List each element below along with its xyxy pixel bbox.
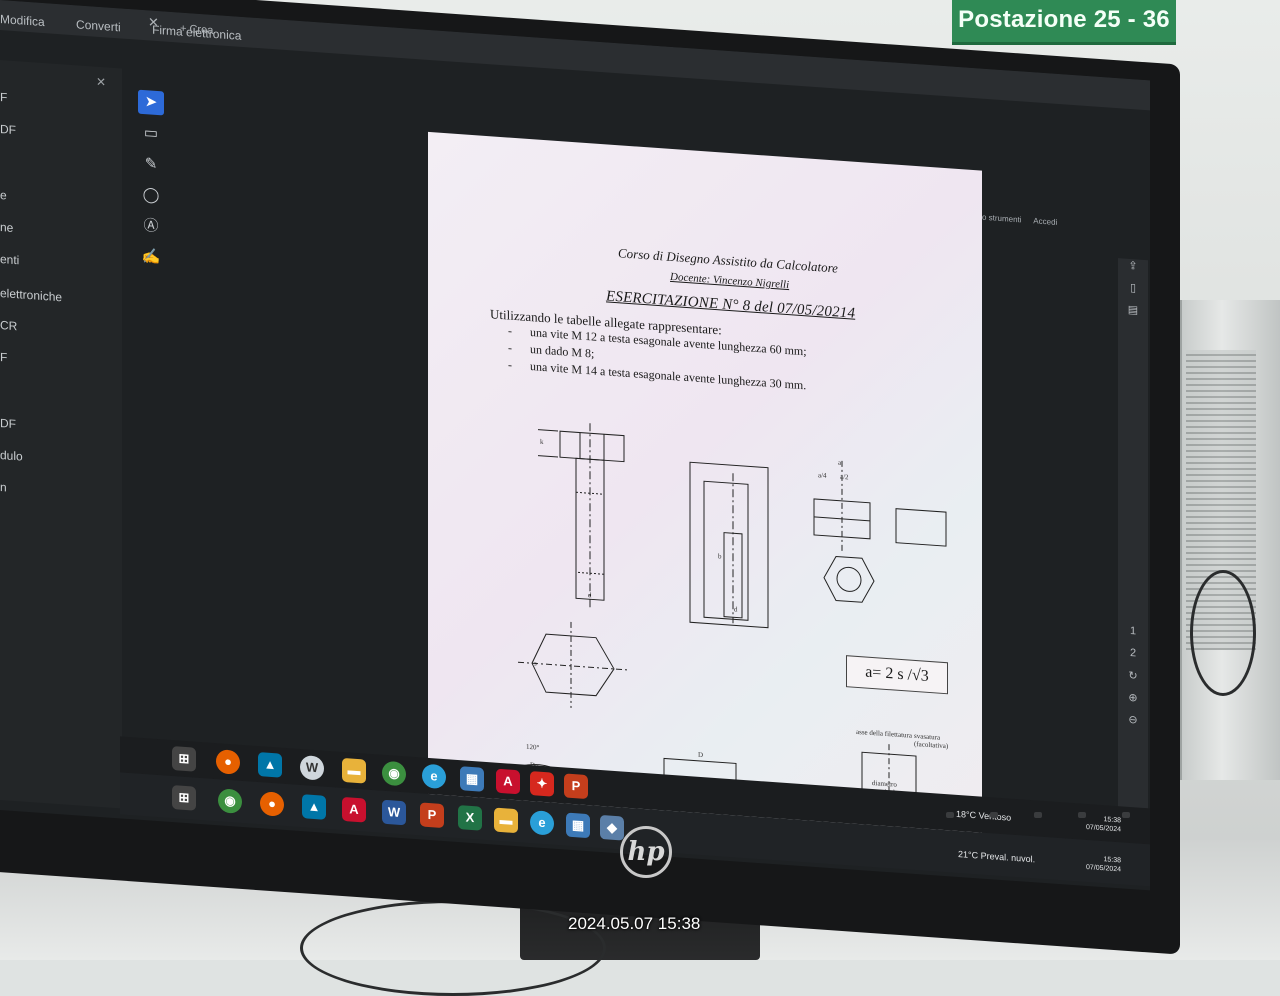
powerpoint-icon[interactable]: P bbox=[564, 773, 588, 800]
autocad-icon[interactable]: A bbox=[496, 768, 520, 795]
lasso-icon[interactable]: ◯ bbox=[138, 183, 164, 209]
autocad-icon[interactable]: A bbox=[342, 796, 366, 823]
annotation-toolbar: ➤ ▭ ✎ ◯ Ⓐ ✍ bbox=[138, 89, 172, 278]
station-sign: Postazione 25 - 36 bbox=[952, 0, 1176, 45]
excel-icon[interactable]: X bbox=[458, 805, 482, 831]
w-icon[interactable]: W bbox=[300, 754, 324, 781]
pages-icon[interactable]: ▤ bbox=[1118, 302, 1148, 326]
dim-a2: a/2 bbox=[840, 472, 849, 482]
dim-d: d bbox=[588, 591, 592, 600]
technical-drawings bbox=[497, 423, 947, 825]
app-icon[interactable]: ▦ bbox=[566, 812, 590, 839]
pdf-page: Corso di Disegno Assistito da Calcolator… bbox=[428, 131, 982, 871]
right-sidebar: ⇪ ▯ ▤ 1 2 ↻ ⊕ ⊖ bbox=[1118, 258, 1148, 821]
taskview-icon[interactable]: ⊞ bbox=[172, 746, 196, 772]
folder-icon[interactable]: ▬ bbox=[342, 757, 366, 784]
panel-item[interactable]: elettroniche bbox=[0, 286, 62, 304]
panel-item[interactable]: F bbox=[0, 90, 7, 105]
nut-box bbox=[689, 461, 769, 629]
edge-icon[interactable]: e bbox=[530, 810, 554, 836]
share-icon[interactable]: ⇪ bbox=[1118, 258, 1148, 282]
weather-upper[interactable]: 18°C Ventoso bbox=[956, 809, 1011, 823]
comment-icon[interactable]: ▭ bbox=[138, 121, 164, 147]
photo-timestamp: 2024.05.07 15:38 bbox=[568, 914, 701, 933]
dim-a4: a/4 bbox=[818, 471, 827, 480]
hex-head-top bbox=[531, 633, 615, 697]
pen-icon[interactable]: ✎ bbox=[138, 152, 164, 178]
chrome-icon[interactable]: ◉ bbox=[382, 760, 406, 787]
close-tab-icon[interactable]: ✕ bbox=[148, 14, 159, 31]
dim-a: a bbox=[838, 458, 842, 467]
panel-item[interactable]: n bbox=[0, 480, 7, 494]
refresh-icon[interactable]: ↻ bbox=[1118, 668, 1148, 692]
dim-s: s bbox=[534, 659, 537, 668]
panel-item[interactable]: ne bbox=[0, 220, 13, 235]
hex-nut-top bbox=[823, 555, 875, 603]
monitor-button[interactable] bbox=[1078, 812, 1086, 818]
page-number[interactable]: 2 bbox=[1118, 646, 1148, 670]
powerpoint-icon[interactable]: P bbox=[420, 802, 444, 829]
text-select-icon[interactable]: Ⓐ bbox=[138, 214, 164, 240]
dim-D: D bbox=[698, 750, 704, 760]
panel-item[interactable]: dulo bbox=[0, 448, 23, 464]
panel-item[interactable]: enti bbox=[0, 252, 19, 267]
panel-item[interactable]: DF bbox=[0, 416, 16, 431]
hp-logo: hp bbox=[620, 826, 672, 878]
new-tab-button[interactable]: + Crea bbox=[180, 23, 213, 37]
taskview-icon[interactable]: ⊞ bbox=[172, 785, 196, 811]
menu-converti[interactable]: Converti bbox=[76, 17, 121, 34]
cable bbox=[1190, 570, 1256, 696]
app-icon[interactable]: ▦ bbox=[460, 766, 484, 792]
edge-icon[interactable]: e bbox=[422, 763, 446, 790]
sign-icon[interactable]: ✍ bbox=[138, 245, 164, 271]
bookmark-icon[interactable]: ▯ bbox=[1118, 280, 1148, 304]
nut-elevation-2 bbox=[895, 508, 947, 547]
app-menu: Modifica Converti Firma elettronica bbox=[0, 12, 269, 45]
page-number[interactable]: 1 bbox=[1118, 624, 1148, 648]
monitor-button[interactable] bbox=[1034, 812, 1042, 818]
clock-lower[interactable]: 15:38 07/05/2024 bbox=[1086, 854, 1121, 874]
panel-item[interactable]: DF bbox=[0, 122, 16, 137]
word-icon[interactable]: W bbox=[382, 799, 406, 826]
left-tools-panel: ✕ F DF e ne enti elettroniche CR F DF du… bbox=[0, 60, 122, 809]
dim-b: b bbox=[718, 552, 722, 561]
panel-item[interactable]: F bbox=[0, 350, 7, 365]
clock-upper[interactable]: 15:38 07/05/2024 bbox=[1086, 814, 1121, 834]
cable bbox=[300, 900, 606, 996]
close-panel-icon[interactable]: ✕ bbox=[96, 75, 106, 90]
weather-lower[interactable]: 21°C Preval. nuvol. bbox=[958, 849, 1035, 864]
panel-item[interactable]: CR bbox=[0, 318, 17, 333]
acrobat-icon[interactable]: ✦ bbox=[530, 771, 554, 797]
date-upper: 07/05/2024 bbox=[1086, 823, 1122, 834]
dim-k: k bbox=[540, 437, 544, 447]
matlab-icon[interactable]: ▲ bbox=[258, 752, 282, 778]
monitor-power-button[interactable] bbox=[1122, 812, 1130, 818]
cursor-icon[interactable]: ➤ bbox=[138, 89, 164, 116]
monitor-button[interactable] bbox=[946, 812, 954, 818]
date-lower: 07/05/2024 bbox=[1086, 863, 1122, 874]
firefox-icon[interactable]: ● bbox=[260, 791, 284, 817]
monitor-button[interactable] bbox=[990, 812, 998, 818]
zoom-in-icon[interactable]: ⊕ bbox=[1118, 690, 1148, 714]
panel-item[interactable]: e bbox=[0, 188, 7, 202]
monitor-screen: Modifica Converti Firma elettronica ✕ + … bbox=[0, 0, 1150, 891]
bolt-head bbox=[559, 430, 625, 463]
menu-modifica[interactable]: Modifica bbox=[0, 12, 45, 29]
zoom-out-icon[interactable]: ⊖ bbox=[1118, 712, 1148, 736]
dim-angle: 120° bbox=[526, 742, 540, 752]
folder-icon[interactable]: ▬ bbox=[494, 807, 518, 834]
chrome-icon[interactable]: ◉ bbox=[218, 788, 242, 814]
firefox-icon[interactable]: ● bbox=[216, 749, 240, 775]
login-button[interactable]: Accedi bbox=[1033, 216, 1057, 227]
app2-icon[interactable]: ◆ bbox=[600, 814, 624, 841]
dim-d-nut: d bbox=[734, 605, 738, 614]
matlab-icon[interactable]: ▲ bbox=[302, 794, 326, 820]
